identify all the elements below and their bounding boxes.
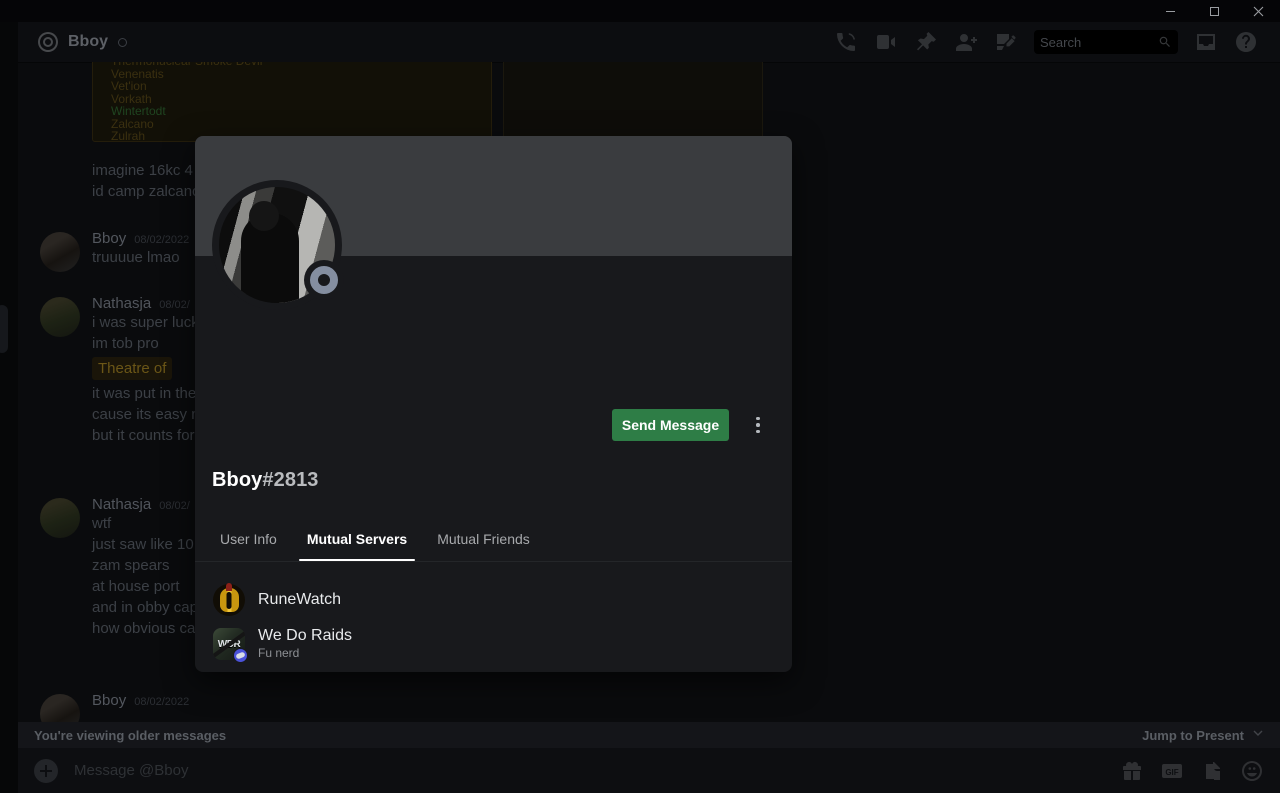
boss-line: Venenatis [111, 66, 164, 81]
window-titlebar [0, 0, 1280, 22]
plus-icon[interactable] [34, 758, 58, 783]
at-icon [36, 30, 60, 54]
attachment-image-2 [503, 62, 763, 142]
message-timestamp: 08/02/ [159, 500, 190, 512]
window-minimize-button[interactable] [1148, 0, 1192, 22]
more-dot [756, 416, 760, 421]
jump-to-present-label: Jump to Present [1142, 727, 1244, 743]
call-icon[interactable] [834, 30, 858, 54]
runewatch-server-icon [213, 584, 245, 616]
jump-to-present-button[interactable]: Jump to Present [1142, 726, 1264, 744]
message-timestamp: 08/02/2022 [134, 696, 190, 708]
message-timestamp: 08/02/2022 [134, 234, 190, 246]
more-options-button[interactable] [746, 413, 770, 437]
edit-note-icon[interactable] [994, 30, 1018, 54]
server-rail [0, 22, 18, 793]
svg-text:GIF: GIF [1165, 768, 1178, 777]
emoji-icon[interactable] [1240, 759, 1264, 783]
chevron-down-icon [1252, 726, 1264, 744]
helmet-icon [219, 588, 239, 612]
pin-icon[interactable] [914, 30, 938, 54]
message-author[interactable]: Nathasja [92, 295, 151, 312]
list-item[interactable]: WDR We Do Raids Fu nerd [213, 624, 792, 664]
message-timestamp: 08/02/ [159, 299, 190, 311]
mutual-servers-list: RuneWatch WDR We Do Raids Fu nerd [195, 566, 792, 668]
header-icon-group: Search [826, 30, 1280, 54]
message-header: Bboy 08/02/2022 [18, 692, 718, 709]
window-maximize-button[interactable] [1192, 0, 1236, 22]
profile-discriminator: #2813 [262, 469, 319, 491]
server-rail-indicator[interactable] [0, 305, 8, 353]
message-group: Bboy 08/02/2022 [18, 692, 718, 722]
add-friend-icon[interactable] [954, 30, 978, 54]
status-badge [304, 260, 344, 300]
boss-line: Vet'ion [111, 79, 147, 93]
send-message-button[interactable]: Send Message [612, 409, 729, 441]
video-icon[interactable] [874, 30, 898, 54]
boss-line: Zalcano [111, 116, 154, 131]
more-dot [756, 429, 760, 434]
profile-avatar-wrapper [212, 180, 344, 310]
boss-list-screenshot: Thermonuclear Smoke Devil Venenatis Vet'… [92, 62, 492, 142]
channel-header: Bboy Search [18, 22, 1280, 62]
composer-placeholder: Message @Bboy [74, 762, 189, 779]
user-profile-modal: Send Message Bboy#2813 User Info Mutual … [195, 136, 792, 672]
profile-username: Bboy#2813 [212, 469, 319, 492]
search-placeholder: Search [1040, 34, 1082, 50]
search-icon [1158, 35, 1172, 49]
server-info: We Do Raids Fu nerd [258, 627, 352, 661]
discord-app-window: Bboy Search Venenatis Vet'ion Vorkath Wi… [0, 0, 1280, 793]
avatar-head [249, 201, 279, 231]
avatar[interactable] [40, 232, 80, 272]
channel-status-dot [118, 37, 127, 47]
profile-tabs: User Info Mutual Servers Mutual Friends [195, 516, 792, 562]
tab-user-info[interactable]: User Info [212, 516, 285, 561]
boss-line: Vorkath [111, 91, 152, 106]
gift-icon[interactable] [1120, 759, 1144, 783]
inbox-icon[interactable] [1194, 30, 1218, 54]
list-item[interactable]: RuneWatch [213, 580, 792, 620]
older-messages-bar: You're viewing older messages Jump to Pr… [18, 722, 1280, 748]
avatar[interactable] [40, 498, 80, 538]
search-input[interactable]: Search [1034, 30, 1178, 54]
composer-icon-group: GIF [1104, 759, 1264, 783]
older-messages-label: You're viewing older messages [34, 727, 227, 743]
avatar[interactable] [40, 297, 80, 337]
sticker-icon[interactable] [1200, 759, 1224, 783]
tab-mutual-friends[interactable]: Mutual Friends [429, 516, 538, 561]
more-dot [756, 423, 760, 427]
profile-username-text: Bboy [212, 469, 263, 491]
message-author[interactable]: Nathasja [92, 496, 151, 513]
channel-name: Bboy [68, 33, 108, 50]
server-boost-badge [233, 648, 248, 663]
tab-mutual-servers[interactable]: Mutual Servers [298, 516, 416, 561]
server-name: We Do Raids [258, 627, 352, 644]
server-info: RuneWatch [258, 591, 341, 609]
server-name: RuneWatch [258, 591, 341, 608]
window-close-button[interactable] [1236, 0, 1280, 22]
gif-icon[interactable]: GIF [1160, 759, 1184, 783]
badge-glyph [235, 651, 246, 660]
boss-line: Wintertodt [111, 104, 166, 118]
help-icon[interactable] [1234, 30, 1258, 54]
server-nickname: Fu nerd [258, 646, 300, 660]
message-author[interactable]: Bboy [92, 692, 126, 709]
wdr-server-icon: WDR [213, 628, 248, 663]
message-composer[interactable]: Message @Bboy GIF [18, 748, 1280, 793]
message-link[interactable]: Theatre of [92, 357, 173, 380]
status-indicator-idle [310, 266, 338, 294]
message-author[interactable]: Bboy [92, 230, 126, 247]
